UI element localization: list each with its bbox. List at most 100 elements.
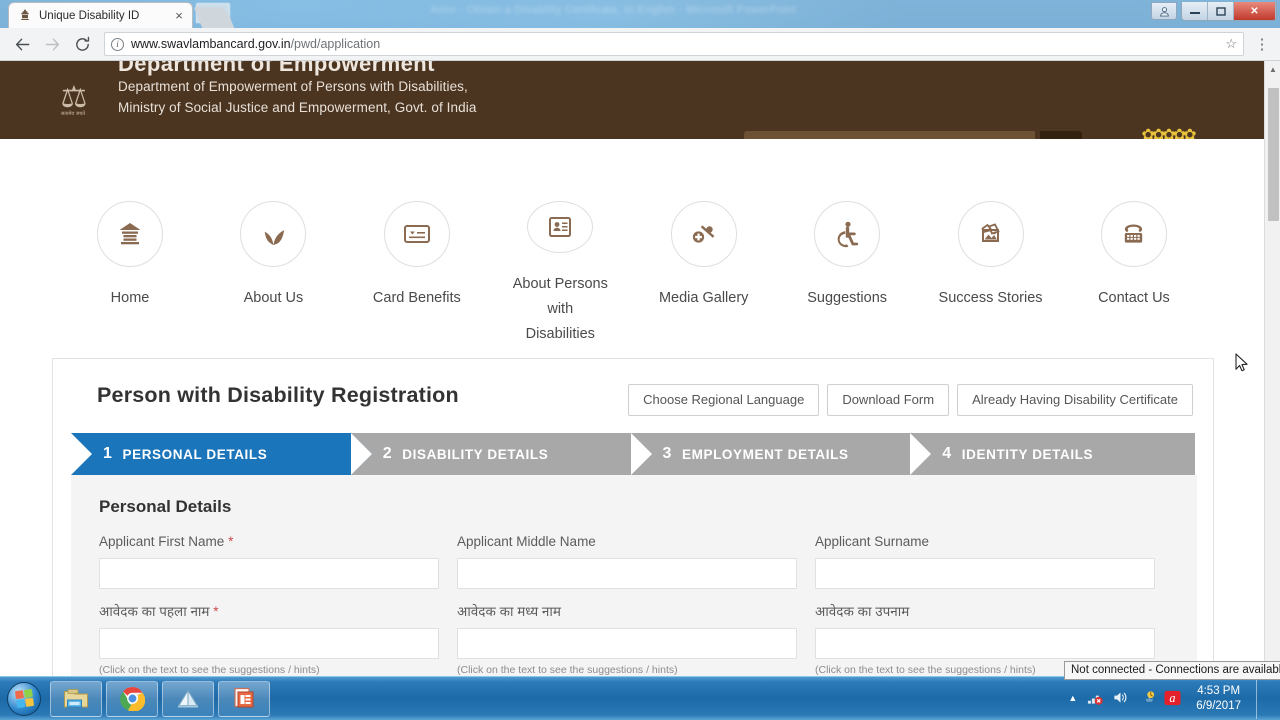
home-icon <box>97 201 163 267</box>
minimize-button[interactable] <box>1182 2 1208 20</box>
show-desktop-button[interactable] <box>1256 678 1268 719</box>
nav-label: Media Gallery <box>658 290 749 306</box>
show-hidden-icons-button[interactable]: ▲ <box>1068 694 1077 703</box>
main-navigation: Home About Us Card Benefits About Person… <box>0 139 1264 347</box>
applicant-middle-name-input[interactable] <box>457 558 797 589</box>
nav-label: About Persons with Disabilities <box>512 276 608 342</box>
forward-button[interactable] <box>38 30 66 58</box>
choose-regional-language-button[interactable]: Choose Regional Language <box>628 384 820 416</box>
page-info-icon[interactable]: i <box>111 37 124 51</box>
department-line-1: Department of Empowerment of Persons wit… <box>118 79 468 94</box>
bookmark-star-icon[interactable]: ☆ <box>1225 36 1237 52</box>
nav-item-card-benefits[interactable]: Card Benefits <box>359 201 475 347</box>
nav-item-contact-us[interactable]: Contact Us <box>1076 201 1192 347</box>
step-number: 3 <box>662 445 673 462</box>
label-applicant-surname-hindi: आवेदक का उपनाम <box>815 604 910 619</box>
telephone-icon <box>1100 201 1167 267</box>
step-personal-details[interactable]: 1 PERSONAL DETAILS <box>71 433 372 475</box>
address-bar[interactable]: i www.swavlambancard.gov.in/pwd/applicat… <box>104 32 1244 56</box>
swavlamban-logo[interactable]: ✿✿✿✿✿ स्वावलम्बन Swavlamban <box>1110 116 1225 140</box>
search-input[interactable]: Search Keywords <box>744 131 1035 139</box>
taskbar-powerpoint[interactable] <box>218 680 270 717</box>
field-group-middle-name-en: Applicant Middle Name <box>457 533 797 589</box>
window-button-group: ✕ <box>1181 2 1277 21</box>
reload-button[interactable] <box>68 30 96 58</box>
taskbar-google-chrome[interactable] <box>106 680 158 717</box>
step-number: 2 <box>382 445 393 462</box>
nav-item-media-gallery[interactable]: Media Gallery <box>646 201 762 347</box>
taskbar-file-explorer[interactable] <box>50 680 102 717</box>
label-applicant-surname: Applicant Surname <box>815 534 930 549</box>
mouse-cursor <box>1235 353 1249 378</box>
taskbar-clock[interactable]: 4:53 PM 6/9/2017 <box>1196 684 1241 714</box>
windows-taskbar: ▲ a 4:53 PM 6/9/2017 <box>0 676 1280 720</box>
tab-close-icon[interactable]: × <box>172 9 186 22</box>
field-group-middle-name-hi: आवेदक का मध्य नाम (Click on the text to … <box>457 603 797 676</box>
applicant-first-name-input[interactable] <box>99 558 439 589</box>
nav-label: Contact Us <box>1098 290 1170 306</box>
browser-tab[interactable]: Unique Disability ID × <box>8 2 193 28</box>
applicant-surname-input[interactable] <box>815 558 1155 589</box>
account-button[interactable] <box>1151 2 1177 20</box>
wheelchair-icon <box>814 201 881 267</box>
scroll-up-arrow-icon[interactable]: ▲ <box>1265 61 1280 77</box>
page-title: Person with Disability Registration <box>97 383 459 407</box>
avira-icon[interactable]: a <box>1164 690 1181 708</box>
address-bar-url: www.swavlambancard.gov.in/pwd/applicatio… <box>131 37 380 51</box>
medical-percent-icon <box>670 201 737 267</box>
nav-item-suggestions[interactable]: Suggestions <box>789 201 905 347</box>
step-disability-details[interactable]: 2 DISABILITY DETAILS <box>350 433 652 475</box>
network-disconnected-icon[interactable] <box>1086 690 1103 707</box>
field-group-surname-en: Applicant Surname <box>815 533 1155 589</box>
page-scrollbar[interactable]: ▲ <box>1264 61 1280 676</box>
applicant-first-name-hindi-input[interactable] <box>99 628 439 659</box>
label-applicant-first-name-hindi: आवेदक का पहला नाम * <box>99 604 219 619</box>
department-text: Department of Empowerment of Persons wit… <box>118 76 476 118</box>
download-form-button[interactable]: Download Form <box>827 384 950 416</box>
nav-item-home[interactable]: Home <box>72 201 188 347</box>
already-having-disability-certificate-button[interactable]: Already Having Disability Certificate <box>957 384 1193 416</box>
taskbar-sticky-note[interactable] <box>162 680 214 717</box>
new-tab-button[interactable] <box>193 7 235 28</box>
start-button[interactable] <box>2 679 46 719</box>
tab-title: Unique Disability ID <box>39 9 140 22</box>
search-button[interactable] <box>1040 131 1082 139</box>
nav-item-about-persons-with-disabilities[interactable]: About Persons with Disabilities <box>502 201 618 347</box>
google-chrome-icon <box>119 686 145 711</box>
form-row-hindi-names: आवेदक का पहला नाम * (Click on the text t… <box>99 603 1169 676</box>
label-applicant-middle-name: Applicant Middle Name <box>457 534 596 549</box>
required-marker: * <box>228 534 234 549</box>
form-row-english-names: Applicant First Name * Applicant Middle … <box>99 533 1169 589</box>
scrollbar-thumb[interactable] <box>1268 88 1279 221</box>
emblem-glyph: ⚖ <box>60 81 88 114</box>
form-section-heading: Personal Details <box>99 497 232 516</box>
maximize-button[interactable] <box>1208 2 1234 20</box>
nav-item-about-us[interactable]: About Us <box>215 201 331 347</box>
windows-logo-icon <box>7 681 41 716</box>
clock-time: 4:53 PM <box>1197 684 1241 697</box>
back-button[interactable] <box>8 30 36 58</box>
nav-item-success-stories[interactable]: Success Stories <box>933 201 1049 347</box>
applicant-surname-hindi-input[interactable] <box>815 628 1155 659</box>
field-group-first-name-hi: आवेदक का पहला नाम * (Click on the text t… <box>99 603 439 676</box>
national-emblem-icon: ⚖ सत्यमेव जयते <box>50 61 96 131</box>
volume-icon[interactable] <box>1112 690 1129 707</box>
chrome-menu-icon[interactable]: ⋮ <box>1252 35 1272 53</box>
svg-text:a: a <box>1170 691 1176 705</box>
url-path: /pwd/application <box>290 37 381 51</box>
windows-flag <box>14 688 34 709</box>
browser-toolbar: i www.swavlambancard.gov.in/pwd/applicat… <box>0 28 1280 61</box>
label-applicant-middle-name-hindi: आवेदक का मध्य नाम <box>457 604 561 619</box>
step-identity-details[interactable]: 4 IDENTITY DETAILS <box>910 433 1196 475</box>
close-button[interactable]: ✕ <box>1234 2 1276 20</box>
nav-label: Card Benefits <box>372 290 461 306</box>
step-employment-details[interactable]: 3 EMPLOYMENT DETAILS <box>630 433 932 475</box>
tab-favicon-emblem-icon <box>18 9 32 23</box>
registration-action-buttons: Choose Regional Language Download Form A… <box>628 384 1193 416</box>
update-icon[interactable] <box>1138 690 1155 707</box>
applicant-middle-name-hindi-input[interactable] <box>457 628 797 659</box>
hint-text: (Click on the text to see the suggestion… <box>457 664 678 676</box>
step-label: IDENTITY DETAILS <box>961 446 1094 462</box>
required-marker: * <box>213 604 219 619</box>
page-viewport: ⚖ सत्यमेव जयते Department of Empowerment… <box>0 61 1280 676</box>
